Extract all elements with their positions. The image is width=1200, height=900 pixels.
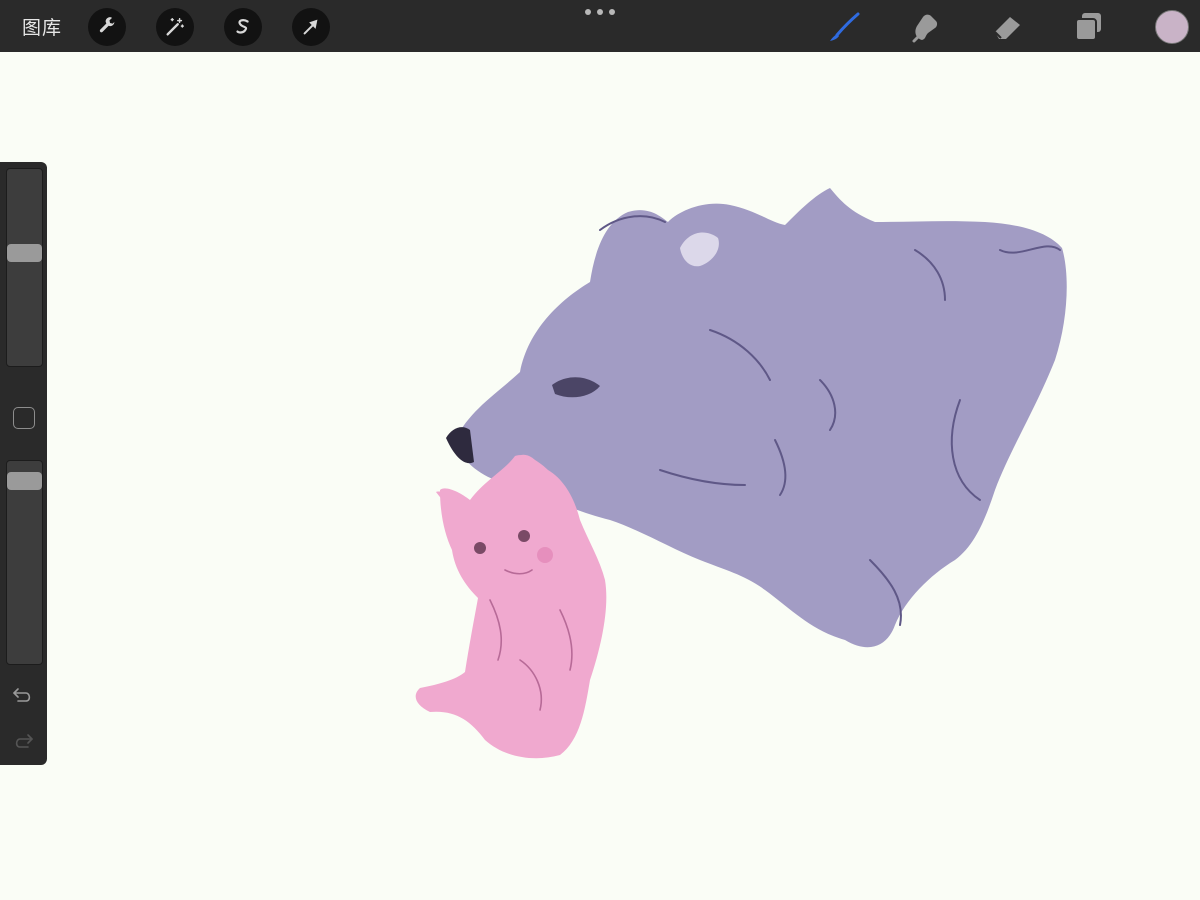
adjustments-button[interactable] xyxy=(156,8,194,46)
dot xyxy=(597,9,603,15)
dot xyxy=(609,9,615,15)
transform-arrow-icon xyxy=(303,19,318,35)
dot xyxy=(585,9,591,15)
top-toolbar: 图库 xyxy=(0,0,1200,52)
current-color-swatch[interactable] xyxy=(1155,10,1189,44)
drawing-canvas[interactable] xyxy=(0,52,1200,900)
transform-button[interactable] xyxy=(292,8,330,46)
kitten-eye-right xyxy=(518,530,530,542)
kitten-cheek xyxy=(537,547,553,563)
eraser-tool-button[interactable] xyxy=(988,8,1026,46)
smudge-tool-button[interactable] xyxy=(906,8,944,46)
gallery-button[interactable]: 图库 xyxy=(22,13,62,40)
selection-button[interactable] xyxy=(224,8,262,46)
layers-button[interactable] xyxy=(1070,8,1108,46)
artwork xyxy=(415,188,1067,759)
magic-wand-icon xyxy=(166,18,184,36)
brush-icon xyxy=(830,12,860,41)
bear-nose xyxy=(446,427,474,464)
eraser-icon xyxy=(994,17,1020,39)
smudge-icon xyxy=(912,14,938,43)
brush-tool-button[interactable] xyxy=(825,8,863,46)
kitten-eye-left xyxy=(474,542,486,554)
selection-icon xyxy=(236,19,249,34)
actions-wrench-button[interactable] xyxy=(88,8,126,46)
brush-stroke xyxy=(835,12,860,37)
more-options-dots[interactable] xyxy=(585,6,615,18)
brush-tip xyxy=(830,34,839,41)
layers-icon xyxy=(1075,13,1101,41)
wrench-icon xyxy=(99,17,115,33)
